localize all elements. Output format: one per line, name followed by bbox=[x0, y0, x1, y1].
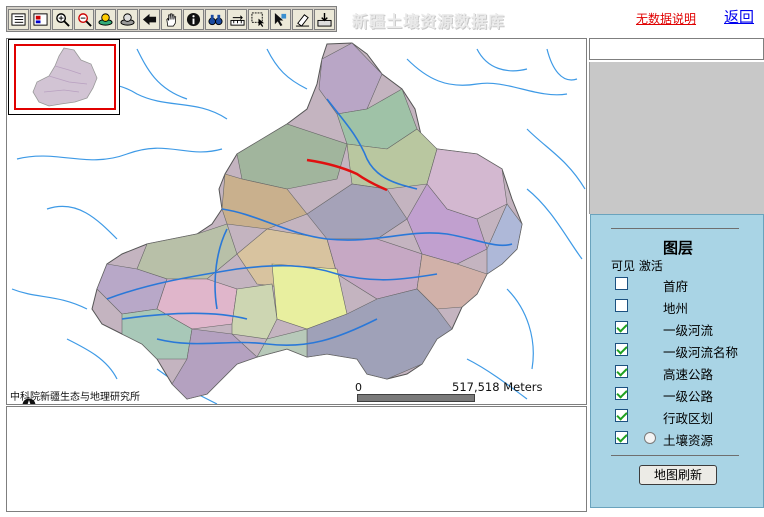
layer-list-button[interactable] bbox=[8, 8, 29, 30]
back-icon bbox=[143, 13, 157, 25]
visible-checkbox[interactable] bbox=[615, 277, 628, 290]
info-panel bbox=[6, 406, 587, 512]
layer-label: 地州 bbox=[663, 301, 689, 316]
database-title: 新疆土壤资源数据库 bbox=[352, 12, 506, 31]
zoom-last-button[interactable] bbox=[117, 8, 139, 30]
visible-checkbox[interactable] bbox=[615, 321, 628, 334]
identify-icon bbox=[186, 12, 200, 26]
layer-row-admin: 行政区划 bbox=[615, 407, 764, 426]
clear-eraser-icon bbox=[296, 13, 310, 27]
select-rect-button[interactable] bbox=[248, 8, 270, 30]
find-button[interactable] bbox=[204, 8, 226, 30]
layer-panel-title: 图层 bbox=[662, 239, 693, 257]
overview-extent-box bbox=[14, 44, 116, 110]
layer-row-capital: 首府 bbox=[615, 275, 764, 294]
zoom-last-icon bbox=[120, 12, 135, 26]
visible-checkbox[interactable] bbox=[615, 409, 628, 422]
layer-panel-bottom-rule bbox=[611, 455, 739, 456]
layer-list-icon bbox=[11, 12, 26, 26]
select-pointer-icon bbox=[275, 12, 287, 26]
scale-end-label: 517,518 Meters bbox=[452, 380, 543, 394]
select-rect-icon bbox=[251, 11, 265, 27]
scale-bar bbox=[357, 394, 475, 402]
visible-checkbox[interactable] bbox=[615, 299, 628, 312]
layer-row-rivers: 一级河流 bbox=[615, 319, 764, 338]
no-data-link[interactable]: 无数据说明 bbox=[636, 10, 696, 27]
layer-row-soil: 土壤资源 bbox=[615, 429, 764, 448]
layer-row-road: 一级公路 bbox=[615, 385, 764, 404]
clear-button[interactable] bbox=[292, 8, 314, 30]
visible-checkbox[interactable] bbox=[615, 431, 628, 444]
legend-button[interactable] bbox=[29, 8, 51, 30]
layer-label: 行政区划 bbox=[663, 411, 714, 426]
select-pointer-button[interactable] bbox=[270, 8, 292, 30]
layer-row-river-names: 一级河流名称 bbox=[615, 341, 764, 360]
zoom-full-button[interactable] bbox=[95, 8, 117, 30]
layer-label: 土壤资源 bbox=[663, 433, 714, 448]
map-refresh-button[interactable]: 地图刷新 bbox=[639, 465, 717, 485]
right-top-frame bbox=[589, 38, 764, 60]
zoom-in-icon bbox=[55, 12, 70, 27]
layer-label: 首府 bbox=[663, 279, 689, 294]
pan-hand-icon bbox=[166, 13, 177, 26]
find-binoculars-icon bbox=[208, 14, 223, 25]
visible-checkbox[interactable] bbox=[615, 343, 628, 356]
measure-button[interactable] bbox=[226, 8, 248, 30]
map-credit: 中科院新疆生态与地理研究所 bbox=[10, 392, 140, 403]
layer-label: 高速公路 bbox=[663, 367, 714, 382]
layer-label: 一级河流 bbox=[663, 323, 714, 338]
layer-label: 一级公路 bbox=[663, 389, 714, 404]
visible-checkbox[interactable] bbox=[615, 387, 628, 400]
pan-button[interactable] bbox=[161, 8, 182, 30]
zoom-out-icon bbox=[77, 12, 92, 27]
layer-row-prefecture: 地州 bbox=[615, 297, 764, 316]
active-radio[interactable] bbox=[644, 432, 656, 444]
map-toolbar bbox=[6, 6, 337, 32]
zoom-full-icon bbox=[98, 12, 113, 26]
layer-panel-top-rule bbox=[611, 228, 739, 229]
zoom-out-button[interactable] bbox=[73, 8, 95, 30]
measure-icon bbox=[229, 14, 245, 26]
print-download-icon bbox=[317, 12, 332, 27]
print-button[interactable] bbox=[314, 8, 335, 30]
right-gray-panel bbox=[589, 62, 764, 214]
legend-icon bbox=[33, 12, 48, 26]
layer-row-highway: 高速公路 bbox=[615, 363, 764, 382]
back-link[interactable]: 返回 bbox=[724, 6, 754, 27]
layer-label: 一级河流名称 bbox=[663, 345, 739, 360]
back-button[interactable] bbox=[139, 8, 161, 30]
layer-panel: 图层 可见 激活 首府 地州 一级河流 一级河流名称 高速公路 一级公路 行政区… bbox=[590, 214, 764, 508]
overview-map[interactable] bbox=[8, 39, 120, 115]
scale-start-label: 0 bbox=[355, 381, 362, 394]
identify-button[interactable] bbox=[182, 8, 204, 30]
zoom-in-button[interactable] bbox=[51, 8, 73, 30]
visible-checkbox[interactable] bbox=[615, 365, 628, 378]
layer-panel-header: 可见 激活 bbox=[611, 259, 663, 273]
